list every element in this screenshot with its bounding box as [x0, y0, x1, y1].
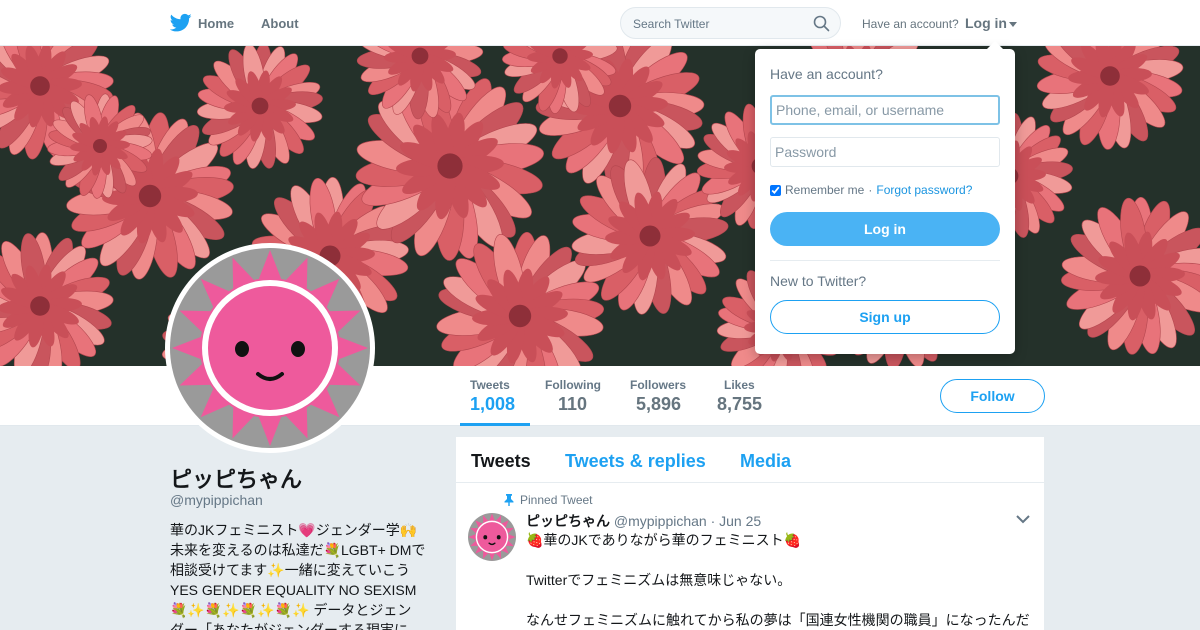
- tweet-date[interactable]: · Jun 25: [711, 513, 762, 529]
- profile-handle[interactable]: @mypippichan: [170, 492, 263, 508]
- search-input[interactable]: [633, 14, 813, 34]
- have-account-text: Have an account?: [862, 17, 959, 31]
- tweet-author-handle[interactable]: @mypippichan: [614, 513, 707, 529]
- pinned-label: Pinned Tweet: [520, 493, 593, 507]
- password-field[interactable]: [770, 137, 1000, 167]
- remember-me-row: Remember me · Forgot password?: [770, 183, 972, 197]
- active-stat-underline: [460, 423, 530, 426]
- stat-likes-value: 8,755: [717, 394, 763, 414]
- stat-tweets-value: 1,008: [470, 394, 516, 414]
- tab-tweets-replies[interactable]: Tweets & replies: [565, 451, 706, 472]
- chevron-down-icon[interactable]: [1016, 515, 1030, 524]
- new-to-twitter-text: New to Twitter?: [770, 273, 867, 289]
- stat-likes-label: Likes: [724, 378, 755, 392]
- stat-likes[interactable]: Likes 8,755: [717, 378, 762, 415]
- nav-home-label: Home: [198, 15, 235, 31]
- caret-down-icon: [1009, 21, 1017, 27]
- profile-name: ピッピちゃん: [170, 467, 303, 492]
- profile-avatar[interactable]: [165, 243, 375, 453]
- tweet-header: ピッピちゃん @mypippichan · Jun 25: [526, 511, 761, 531]
- login-link-label: Log in: [965, 15, 1007, 31]
- search-icon[interactable]: [813, 15, 830, 32]
- tweet-author-name[interactable]: ピッピちゃん: [526, 513, 610, 529]
- signup-button[interactable]: Sign up: [770, 300, 1000, 334]
- dropdown-divider: [770, 260, 1000, 261]
- remember-separator: ·: [868, 183, 873, 197]
- login-dropdown: Have an account? Remember me · Forgot pa…: [755, 41, 1015, 354]
- pinned-tweet-indicator: Pinned Tweet: [504, 493, 593, 507]
- stat-tweets-label: Tweets: [470, 378, 510, 392]
- login-dropdown-toggle[interactable]: Log in: [965, 15, 1017, 31]
- twitter-bird-icon: [170, 13, 192, 32]
- timeline: Tweets Tweets & replies Media Pinned Twe…: [456, 437, 1044, 630]
- remember-me-label[interactable]: Remember me: [785, 183, 864, 197]
- top-nav: Home About Have an account? Log in: [0, 0, 1200, 46]
- username-field[interactable]: [770, 95, 1000, 125]
- forgot-password-link[interactable]: Forgot password?: [876, 183, 972, 197]
- stat-following-value: 110: [558, 394, 588, 414]
- tweet-avatar[interactable]: [468, 513, 516, 561]
- remember-me-checkbox[interactable]: [770, 184, 781, 196]
- profile-bio: 華のJKフェミニスト💗ジェンダー学🙌 未来を変えるのは私達だ💐LGBT+ DMで…: [170, 522, 426, 630]
- nav-home-link[interactable]: Home: [170, 13, 234, 33]
- tweet-text: 🍓華のJKでありながら華のフェミニスト🍓 Twitterでフェミニズムは無意味じ…: [526, 532, 1030, 628]
- tab-media[interactable]: Media: [740, 451, 791, 472]
- stat-followers[interactable]: Followers 5,896: [630, 378, 686, 415]
- sun-face-avatar-image: [170, 248, 370, 448]
- timeline-tabs: Tweets Tweets & replies Media: [456, 437, 1044, 483]
- search-box: [620, 7, 841, 39]
- stat-tweets[interactable]: Tweets 1,008: [470, 378, 515, 415]
- stat-following[interactable]: Following 110: [545, 378, 601, 415]
- stat-following-label: Following: [545, 378, 601, 392]
- tab-tweets[interactable]: Tweets: [471, 451, 531, 472]
- login-submit-button[interactable]: Log in: [770, 212, 1000, 246]
- stat-followers-value: 5,896: [636, 394, 682, 414]
- nav-about-link[interactable]: About: [261, 16, 299, 31]
- pin-icon: [504, 494, 514, 506]
- follow-button[interactable]: Follow: [940, 379, 1045, 413]
- login-dropdown-title: Have an account?: [770, 66, 883, 82]
- stat-followers-label: Followers: [630, 378, 687, 392]
- sun-face-avatar-image: [468, 513, 516, 561]
